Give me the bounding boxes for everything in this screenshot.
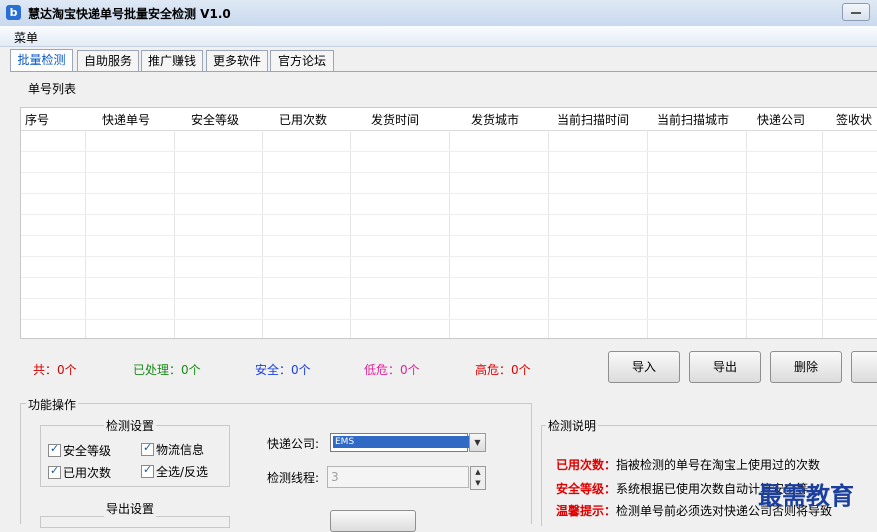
column-header[interactable]: 快递公司 xyxy=(757,111,805,128)
row-divider xyxy=(21,214,877,215)
threads-stepper[interactable]: ▲ ▼ xyxy=(470,466,486,490)
check-icon: ✓ xyxy=(143,463,153,476)
threads-label: 检测线程: xyxy=(267,471,320,485)
tab-more-software[interactable]: 更多软件 xyxy=(206,50,268,71)
spin-down-icon[interactable]: ▼ xyxy=(471,478,485,489)
order-table[interactable]: 序号 快递单号 安全等级 已用次数 发货时间 发货城市 当前扫描时间 当前扫描城… xyxy=(20,107,877,339)
row-divider xyxy=(21,277,877,278)
checkbox-label: 全选/反选 xyxy=(156,465,209,479)
column-header[interactable]: 发货时间 xyxy=(371,111,419,128)
checkbox-box[interactable]: ✓ xyxy=(48,442,61,457)
column-divider xyxy=(350,130,351,338)
row-divider xyxy=(21,319,877,320)
checkbox-logistics-info[interactable]: ✓ 物流信息 xyxy=(141,441,204,458)
window-title: 慧达淘宝快递单号批量安全检测 V1.0 xyxy=(28,7,231,21)
export-settings-border xyxy=(40,516,230,528)
column-header[interactable]: 当前扫描城市 xyxy=(657,111,729,128)
tab-self-service[interactable]: 自助服务 xyxy=(77,50,139,71)
tab-promote[interactable]: 推广赚钱 xyxy=(141,50,203,71)
stat-low-risk: 低危：0个 xyxy=(364,363,420,377)
checkbox-label: 安全等级 xyxy=(63,444,112,458)
list-group-title: 单号列表 xyxy=(26,80,79,97)
row-divider xyxy=(21,193,877,194)
column-divider xyxy=(548,130,549,338)
checkbox-used-count[interactable]: ✓ 已用次数 xyxy=(48,464,111,481)
menu-item[interactable]: 菜单 xyxy=(14,29,38,46)
row-divider xyxy=(21,235,877,236)
minimize-button[interactable] xyxy=(842,3,870,21)
checkbox-label: 物流信息 xyxy=(156,443,205,457)
detect-settings-title: 检测设置 xyxy=(104,417,157,434)
description-key: 安全等级： xyxy=(556,482,617,496)
column-header[interactable]: 安全等级 xyxy=(191,111,239,128)
courier-label: 快递公司: xyxy=(267,437,320,451)
table-header: 序号 快递单号 安全等级 已用次数 发货时间 发货城市 当前扫描时间 当前扫描城… xyxy=(21,108,877,131)
stat-total: 共：0个 xyxy=(33,363,77,377)
column-divider xyxy=(746,130,747,338)
import-button[interactable]: 导入 xyxy=(608,351,680,383)
column-header[interactable]: 当前扫描时间 xyxy=(557,111,629,128)
menu-bar: 菜单 xyxy=(0,26,877,47)
courier-selected-value: EMS xyxy=(333,436,469,448)
description-title: 检测说明 xyxy=(546,417,599,434)
column-divider xyxy=(822,130,823,338)
stat-processed: 已处理：0个 xyxy=(133,363,201,377)
watermark: 最需教育 xyxy=(758,481,854,510)
ops-group-title: 功能操作 xyxy=(26,396,79,413)
description-key: 已用次数： xyxy=(556,458,617,472)
column-divider xyxy=(262,130,263,338)
checkbox-security-level[interactable]: ✓ 安全等级 xyxy=(48,442,111,459)
column-divider xyxy=(174,130,175,338)
checkbox-select-all[interactable]: ✓ 全选/反选 xyxy=(141,463,208,480)
column-header[interactable]: 签收状 xyxy=(836,111,872,128)
export-settings-title: 导出设置 xyxy=(104,500,157,517)
checkbox-label: 已用次数 xyxy=(63,466,112,480)
row-divider xyxy=(21,256,877,257)
column-divider xyxy=(85,130,86,338)
description-key: 温馨提示： xyxy=(556,504,617,518)
threads-value: 3 xyxy=(331,470,339,484)
action-button[interactable] xyxy=(330,510,416,532)
app-logo-icon: b xyxy=(6,5,21,20)
threads-spinner[interactable]: 3 xyxy=(327,466,469,488)
minimize-icon xyxy=(851,12,861,14)
overflow-button[interactable] xyxy=(851,351,877,383)
description-line: 已用次数：指被检测的单号在淘宝上使用过的次数 xyxy=(556,456,820,473)
tab-forum[interactable]: 官方论坛 xyxy=(270,50,334,71)
column-header[interactable]: 快递单号 xyxy=(102,111,150,128)
checkbox-box[interactable]: ✓ xyxy=(141,463,154,478)
chevron-down-icon[interactable]: ▼ xyxy=(469,433,486,452)
row-divider xyxy=(21,151,877,152)
column-divider xyxy=(449,130,450,338)
checkbox-box[interactable]: ✓ xyxy=(141,441,154,456)
courier-select[interactable]: EMS xyxy=(330,433,469,452)
export-button[interactable]: 导出 xyxy=(689,351,761,383)
check-icon: ✓ xyxy=(50,464,60,477)
delete-button[interactable]: 删除 xyxy=(770,351,842,383)
title-bar: b 慧达淘宝快递单号批量安全检测 V1.0 xyxy=(0,0,877,27)
row-divider xyxy=(21,298,877,299)
column-divider xyxy=(647,130,648,338)
spin-up-icon[interactable]: ▲ xyxy=(471,467,485,478)
checkbox-box[interactable]: ✓ xyxy=(48,464,61,479)
column-header[interactable]: 发货城市 xyxy=(471,111,519,128)
check-icon: ✓ xyxy=(143,441,153,454)
column-header[interactable]: 序号 xyxy=(25,111,49,128)
tab-batch-check[interactable]: 批量检测 xyxy=(10,49,73,72)
stat-safe: 安全：0个 xyxy=(255,363,311,377)
stat-high-risk: 高危：0个 xyxy=(475,363,531,377)
row-divider xyxy=(21,172,877,173)
description-text: 指被检测的单号在淘宝上使用过的次数 xyxy=(616,458,821,472)
column-header[interactable]: 已用次数 xyxy=(279,111,327,128)
check-icon: ✓ xyxy=(50,442,60,455)
